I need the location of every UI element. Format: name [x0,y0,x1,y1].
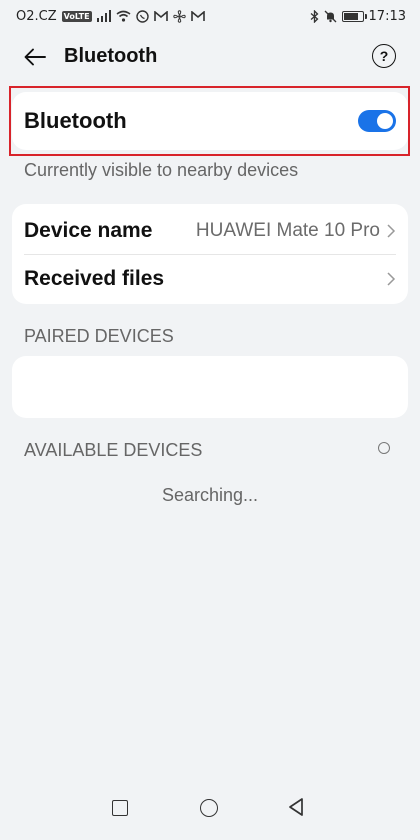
wifi-icon [116,10,131,22]
visibility-status: Currently visible to nearby devices [24,160,299,180]
battery-icon [341,10,367,22]
whatsapp-icon [135,9,149,23]
bluetooth-label: Bluetooth [24,108,127,133]
received-files-label: Received files [24,267,165,290]
chevron-right-icon [387,224,396,238]
paired-devices-title: PAIRED DEVICES [24,326,174,346]
recents-button[interactable] [112,800,128,816]
back-button[interactable] [22,44,48,70]
bluetooth-toggle-row[interactable]: Bluetooth [12,92,408,150]
app-header: Bluetooth ? [0,34,420,80]
status-left: O2.CZ VoLTE [16,9,205,24]
device-name-label: Device name [24,219,153,242]
gmail-icon [190,10,205,22]
available-devices-title: AVAILABLE DEVICES [24,440,203,460]
bluetooth-toggle[interactable] [358,110,396,132]
bluetooth-status-icon [310,9,319,23]
toggle-knob [377,113,393,129]
page-title: Bluetooth [64,45,158,67]
volte-badge: VoLTE [61,10,92,22]
fan-icon [172,9,186,23]
device-name-value: HUAWEI Mate 10 Pro [195,220,380,241]
mail-icon [153,10,168,22]
status-time: 17:13 [368,8,406,24]
navigation-bar [0,784,420,840]
status-right: 17:13 [310,9,406,24]
device-name-row[interactable]: Device name HUAWEI Mate 10 Pro [12,206,408,256]
back-arrow-icon [24,48,46,66]
help-icon[interactable]: ? [372,44,396,68]
help-glyph: ? [379,48,389,64]
loading-spinner-icon [378,442,390,454]
searching-status: Searching... [161,485,259,505]
home-button[interactable] [200,799,218,817]
signal-icon [96,10,111,22]
received-files-row[interactable]: Received files [12,254,408,304]
chevron-right-icon [387,272,396,286]
status-bar: O2.CZ VoLTE 17:13 [0,0,420,32]
nav-back-button[interactable] [288,797,304,817]
mute-bell-icon [324,10,337,23]
paired-devices-list [12,356,408,418]
carrier-name: O2.CZ [16,8,57,24]
device-settings-card: Device name HUAWEI Mate 10 Pro Received … [12,204,408,304]
